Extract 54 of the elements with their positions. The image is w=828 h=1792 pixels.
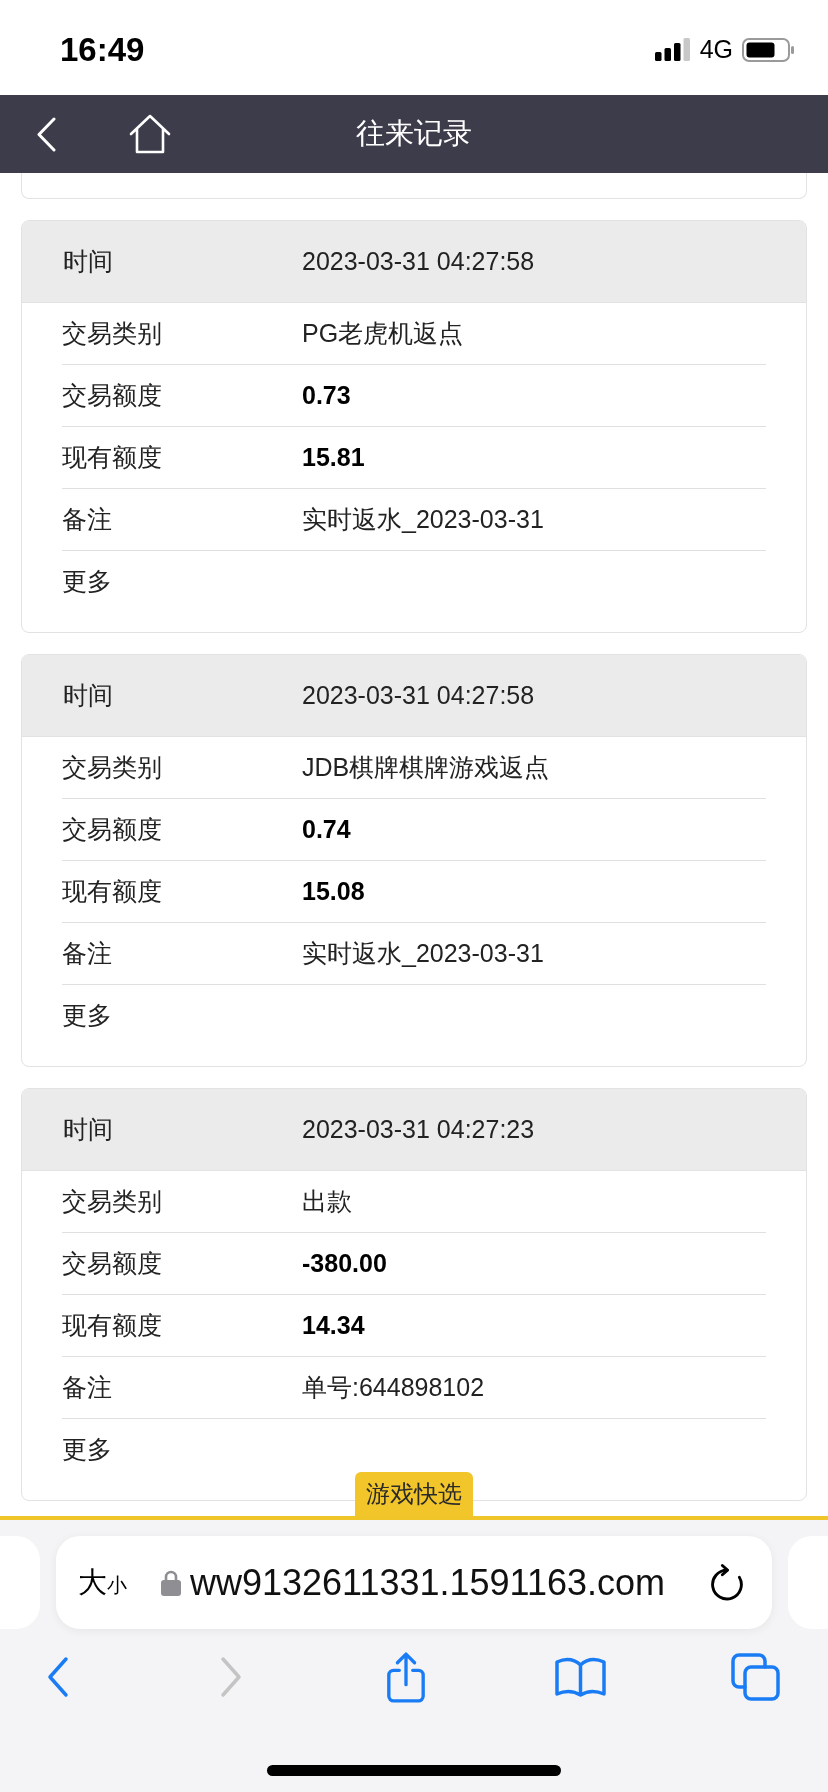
more-link[interactable]: 更多 bbox=[62, 997, 112, 1035]
field-label: 交易类别 bbox=[62, 318, 162, 347]
address-bar[interactable]: 大小 ww9132611331.1591163.com bbox=[56, 1536, 772, 1629]
share-icon bbox=[385, 1650, 427, 1704]
field-label: 备注 bbox=[62, 504, 112, 533]
time-value: 2023-03-31 04:27:58 bbox=[302, 679, 535, 711]
reload-icon bbox=[710, 1564, 744, 1601]
field-label: 现有额度 bbox=[62, 876, 162, 905]
field-label: 现有额度 bbox=[62, 1310, 162, 1339]
field-label: 交易类别 bbox=[62, 1186, 162, 1215]
field-value: PG老虎机返点 bbox=[302, 317, 464, 349]
home-icon bbox=[129, 114, 171, 154]
more-link[interactable]: 更多 bbox=[62, 563, 112, 601]
field-value: 出款 bbox=[302, 1185, 352, 1217]
text-size-button[interactable]: 大小 bbox=[78, 1560, 127, 1605]
field-label: 交易类别 bbox=[62, 752, 162, 781]
field-value: 15.08 bbox=[302, 875, 365, 907]
more-link[interactable]: 更多 bbox=[62, 1431, 112, 1469]
quick-select-tab[interactable]: 游戏快选 bbox=[355, 1472, 473, 1516]
chevron-right-icon bbox=[220, 1656, 243, 1698]
field-value: 实时返水_2023-03-31 bbox=[302, 937, 544, 969]
field-value: 0.74 bbox=[302, 813, 351, 845]
home-button[interactable] bbox=[129, 114, 171, 154]
book-icon bbox=[554, 1656, 607, 1698]
reload-button[interactable] bbox=[710, 1564, 744, 1601]
field-value: 实时返水_2023-03-31 bbox=[302, 503, 544, 535]
network-label: 4G bbox=[699, 33, 733, 65]
field-value: JDB棋牌棋牌游戏返点 bbox=[302, 751, 550, 783]
field-value: 0.73 bbox=[302, 379, 351, 411]
url-text[interactable]: ww9132611331.1591163.com bbox=[190, 1555, 666, 1610]
field-value: 15.81 bbox=[302, 441, 365, 473]
field-value: 14.34 bbox=[302, 1309, 365, 1341]
time-label: 时间 bbox=[63, 1114, 113, 1143]
field-label: 交易额度 bbox=[62, 1248, 162, 1277]
time-value: 2023-03-31 04:27:23 bbox=[302, 1113, 535, 1145]
time-label: 时间 bbox=[63, 246, 113, 275]
field-value: 单号:644898102 bbox=[302, 1371, 485, 1403]
tabs-icon bbox=[730, 1653, 780, 1701]
chevron-left-icon bbox=[45, 1656, 69, 1698]
lock-icon bbox=[161, 1569, 181, 1596]
back-button[interactable] bbox=[36, 116, 56, 152]
battery-icon bbox=[742, 37, 794, 62]
field-label: 交易额度 bbox=[62, 814, 162, 843]
signal-icon bbox=[654, 38, 691, 61]
field-label: 现有额度 bbox=[62, 442, 162, 471]
chevron-left-icon bbox=[36, 116, 56, 152]
field-label: 备注 bbox=[62, 938, 112, 967]
field-label: 交易额度 bbox=[62, 380, 162, 409]
status-time: 16:49 bbox=[60, 29, 145, 70]
time-label: 时间 bbox=[63, 680, 113, 709]
field-value: -380.00 bbox=[302, 1247, 387, 1279]
page-title: 往来记录 bbox=[356, 116, 472, 152]
field-label: 备注 bbox=[62, 1372, 112, 1401]
time-value: 2023-03-31 04:27:58 bbox=[302, 245, 535, 277]
